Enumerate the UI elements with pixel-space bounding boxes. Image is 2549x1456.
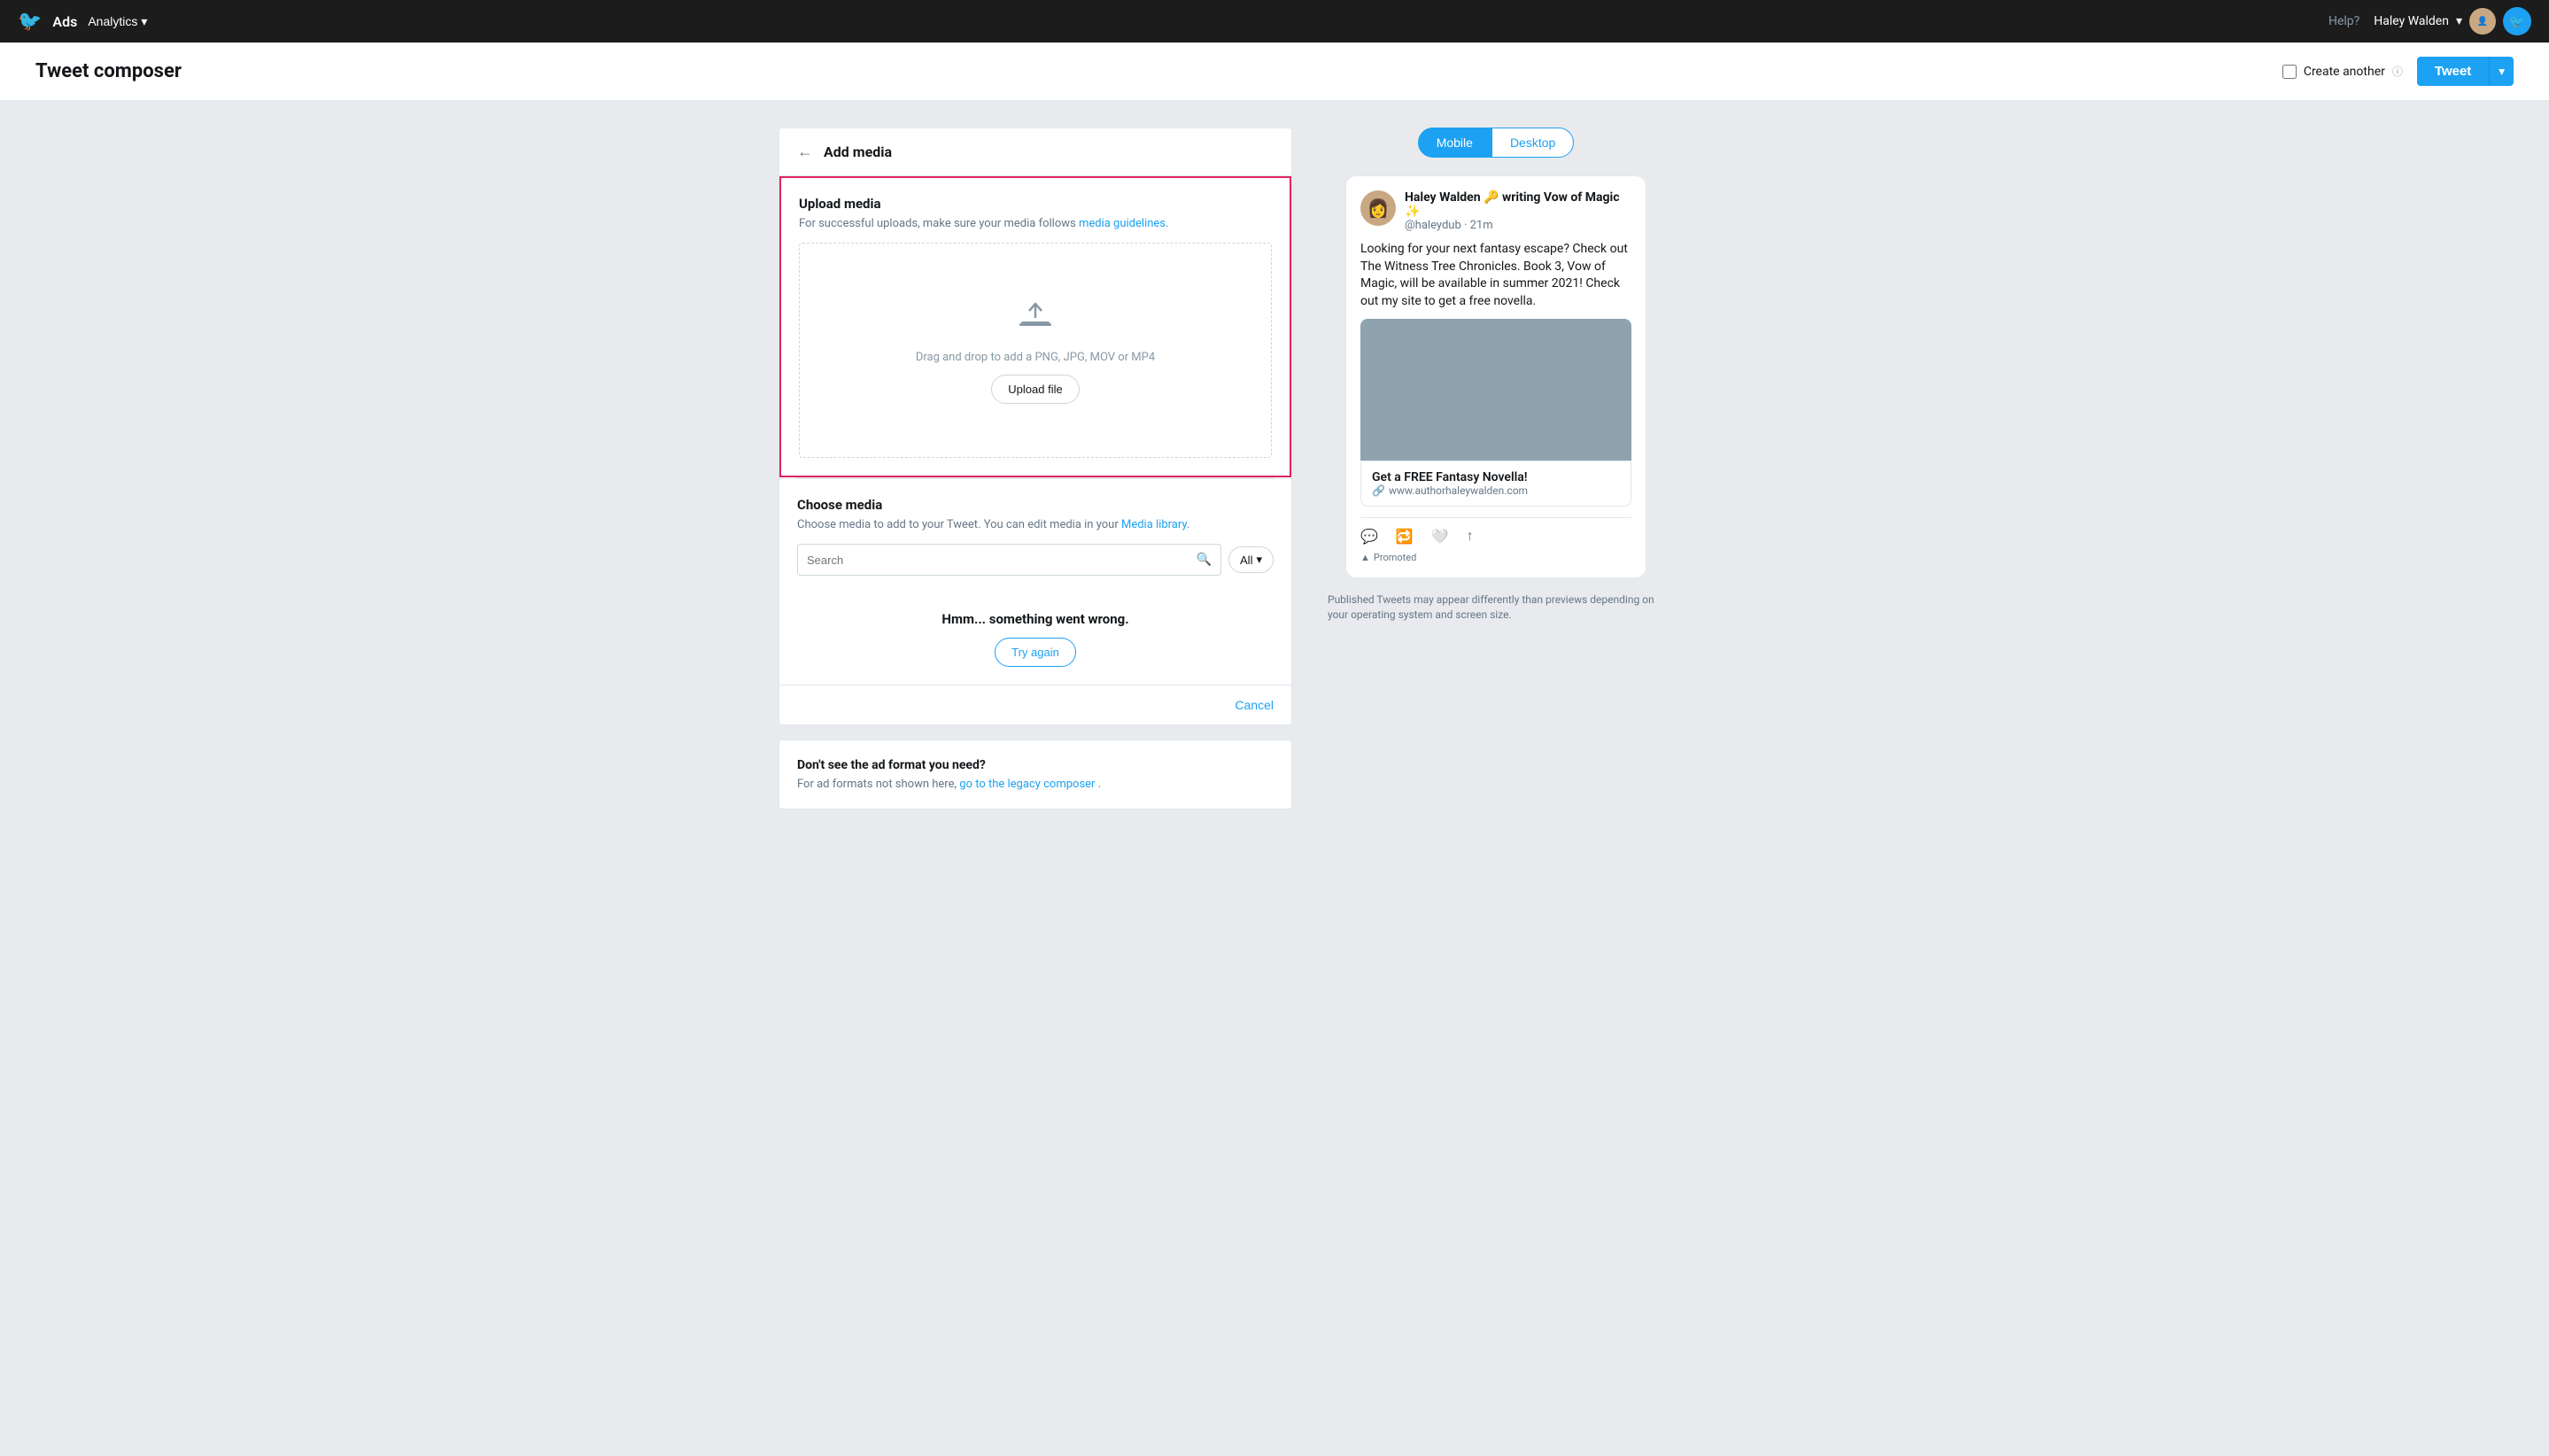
twitter-action-button[interactable]: 🐦 <box>2503 7 2531 35</box>
retweet-icon[interactable]: 🔁 <box>1396 528 1414 545</box>
ad-format-suffix: . <box>1098 778 1101 791</box>
search-row: 🔍 All ▾ <box>797 544 1274 576</box>
main-content: ← Add media Upload media For successful … <box>743 101 1806 836</box>
right-panel: Mobile Desktop 👩 Haley Walden 🔑 writing … <box>1328 128 1664 809</box>
ad-format-content: Don't see the ad format you need? For ad… <box>779 740 1291 809</box>
legacy-composer-link[interactable]: go to the legacy composer <box>959 778 1095 791</box>
ad-format-desc-text: For ad formats not shown here, <box>797 778 959 791</box>
search-icon: 🔍 <box>1197 553 1212 567</box>
upload-desc-text: For successful uploads, make sure your m… <box>799 217 1079 230</box>
analytics-menu-button[interactable]: Analytics ▾ <box>88 14 147 29</box>
ad-format-card: Don't see the ad format you need? For ad… <box>779 740 1292 809</box>
card-footer: Cancel <box>779 685 1291 724</box>
promoted-icon: ▲ <box>1360 552 1370 563</box>
preview-note: Published Tweets may appear differently … <box>1328 592 1664 623</box>
tweet-link-title: Get a FREE Fantasy Novella! <box>1372 470 1620 484</box>
all-filter-dropdown[interactable]: All ▾ <box>1228 546 1274 573</box>
tweet-header: 👩 Haley Walden 🔑 writing Vow of Magic ✨ … <box>1360 190 1631 232</box>
topnav-right: Help? Haley Walden ▾ 👤 🐦 <box>2328 7 2531 35</box>
error-section: Hmm... something went wrong. Try again <box>779 593 1291 685</box>
page-title: Tweet composer <box>35 60 182 82</box>
search-input[interactable] <box>807 554 1197 567</box>
upload-title: Upload media <box>799 196 1272 212</box>
help-link[interactable]: Help? <box>2328 14 2359 28</box>
dropdown-chevron-icon: ▾ <box>1256 553 1262 567</box>
tweet-preview: 👩 Haley Walden 🔑 writing Vow of Magic ✨ … <box>1345 175 1646 578</box>
tweet-dropdown-button[interactable]: ▾ <box>2489 57 2514 86</box>
header-actions: Create another ⓘ Tweet ▾ <box>2282 57 2514 86</box>
add-media-card: ← Add media Upload media For successful … <box>779 128 1292 725</box>
media-library-link[interactable]: Media library <box>1121 518 1187 531</box>
tweet-button-group: Tweet ▾ <box>2417 57 2514 86</box>
twitter-bird-icon: 🐦 <box>18 11 42 33</box>
user-menu[interactable]: Haley Walden ▾ 👤 🐦 <box>2374 7 2531 35</box>
tweet-user-info: Haley Walden 🔑 writing Vow of Magic ✨ @h… <box>1405 190 1631 232</box>
try-again-button[interactable]: Try again <box>995 638 1076 667</box>
choose-media-desc-text: Choose media to add to your Tweet. You c… <box>797 518 1121 531</box>
desktop-preview-button[interactable]: Desktop <box>1491 128 1574 158</box>
like-icon[interactable]: 🤍 <box>1431 528 1449 545</box>
drag-drop-text: Drag and drop to add a PNG, JPG, MOV or … <box>916 351 1155 364</box>
back-button[interactable]: ← <box>797 143 813 161</box>
upload-cloud-icon <box>1018 297 1053 340</box>
tweet-actions: 💬 🔁 🤍 ↑ <box>1360 517 1631 545</box>
ads-label: Ads <box>52 13 77 30</box>
media-guidelines-link[interactable]: media guidelines <box>1079 217 1166 230</box>
share-icon[interactable]: ↑ <box>1467 527 1474 545</box>
create-another-label: Create another <box>2304 65 2385 79</box>
tweet-avatar-image: 👩 <box>1367 197 1390 219</box>
ad-format-title: Don't see the ad format you need? <box>797 758 1274 772</box>
upload-dropzone[interactable]: Drag and drop to add a PNG, JPG, MOV or … <box>799 243 1272 458</box>
tweet-dropdown-icon: ▾ <box>2499 65 2505 78</box>
reply-icon[interactable]: 💬 <box>1360 528 1378 545</box>
preview-toggle: Mobile Desktop <box>1328 128 1664 158</box>
promoted-label: ▲ Promoted <box>1360 552 1631 563</box>
upload-file-button[interactable]: Upload file <box>991 375 1079 404</box>
card-header-title: Add media <box>824 143 892 160</box>
choose-media-section: Choose media Choose media to add to your… <box>779 478 1291 593</box>
choose-media-desc: Choose media to add to your Tweet. You c… <box>797 518 1274 531</box>
upload-section: Upload media For successful uploads, mak… <box>779 176 1291 477</box>
back-icon: ← <box>797 143 813 160</box>
mobile-preview-button[interactable]: Mobile <box>1418 128 1491 158</box>
tweet-image-placeholder <box>1360 319 1631 461</box>
tweet-avatar: 👩 <box>1360 190 1396 226</box>
tweet-user-handle: @haleydub · 21m <box>1405 219 1631 232</box>
tweet-link-card: Get a FREE Fantasy Novella! 🔗 www.author… <box>1360 461 1631 507</box>
card-header: ← Add media <box>779 128 1291 176</box>
avatar: 👤 <box>2469 8 2496 35</box>
page-header: Tweet composer Create another ⓘ Tweet ▾ <box>0 43 2549 101</box>
all-label: All <box>1240 554 1252 567</box>
topnav-left: 🐦 Ads Analytics ▾ <box>18 11 147 33</box>
tweet-button[interactable]: Tweet <box>2417 57 2489 86</box>
tweet-link-url: 🔗 www.authorhaleywalden.com <box>1372 484 1620 497</box>
user-name: Haley Walden <box>2374 14 2449 28</box>
create-another-wrapper: Create another ⓘ <box>2282 64 2403 79</box>
cancel-button[interactable]: Cancel <box>1235 698 1274 712</box>
tweet-user-name: Haley Walden 🔑 writing Vow of Magic ✨ <box>1405 190 1631 219</box>
left-panel: ← Add media Upload media For successful … <box>779 128 1292 809</box>
link-icon: 🔗 <box>1372 484 1385 497</box>
user-chevron-icon: ▾ <box>2456 14 2462 28</box>
create-another-checkbox[interactable] <box>2282 65 2297 79</box>
tweet-url-text: www.authorhaleywalden.com <box>1389 484 1528 497</box>
upload-desc: For successful uploads, make sure your m… <box>799 217 1272 230</box>
search-input-wrapper: 🔍 <box>797 544 1221 576</box>
analytics-label: Analytics <box>88 14 137 28</box>
choose-media-title: Choose media <box>797 497 1274 513</box>
analytics-chevron-icon: ▾ <box>141 14 147 29</box>
error-text: Hmm... something went wrong. <box>941 611 1128 627</box>
avatar-initials: 👤 <box>2477 17 2488 27</box>
ad-format-desc: For ad formats not shown here, go to the… <box>797 778 1274 791</box>
bird-icon: 🐦 <box>2509 14 2524 29</box>
top-navigation: 🐦 Ads Analytics ▾ Help? Haley Walden ▾ 👤… <box>0 0 2549 43</box>
tweet-body-text: Looking for your next fantasy escape? Ch… <box>1360 241 1631 310</box>
info-icon: ⓘ <box>2392 64 2403 79</box>
promoted-text: Promoted <box>1374 552 1416 563</box>
